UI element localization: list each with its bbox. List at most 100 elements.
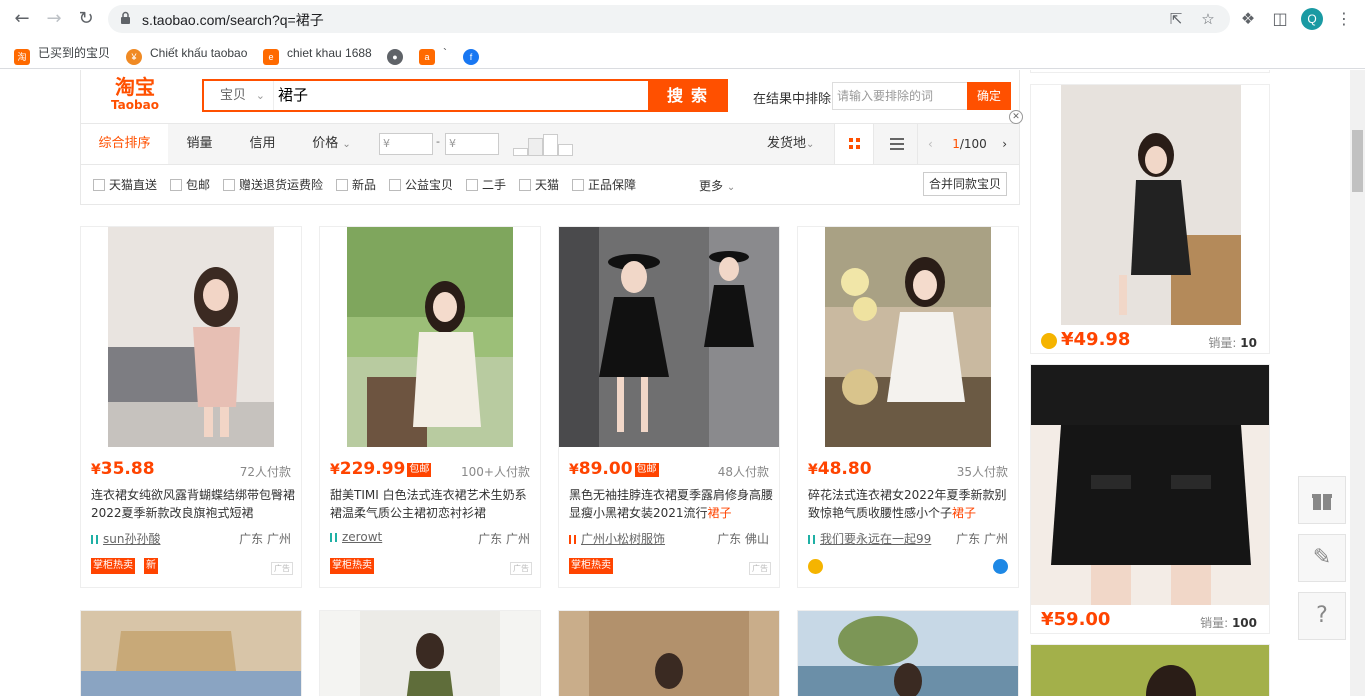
product-image[interactable] bbox=[320, 611, 540, 696]
shop-link[interactable]: zerowt bbox=[330, 530, 382, 544]
search-input[interactable]: 裙子 bbox=[278, 81, 308, 110]
checkbox[interactable] bbox=[93, 179, 105, 191]
product-image[interactable] bbox=[825, 227, 991, 447]
back-icon[interactable]: ← bbox=[12, 9, 32, 29]
exclude-confirm-button[interactable]: 确定 bbox=[967, 82, 1011, 110]
product-title[interactable]: 黑色无袖挂脖连衣裙夏季露肩修身高腰显瘦小黑裙女装2021流行裙子 bbox=[569, 486, 773, 522]
menu-kebab-icon[interactable]: ⋮ bbox=[1334, 9, 1354, 29]
tab-credit[interactable]: 信用 bbox=[231, 124, 294, 164]
shop-link[interactable]: sun孙孙酸 bbox=[91, 530, 160, 547]
checkbox[interactable] bbox=[466, 179, 478, 191]
product-card[interactable]: ¥229.99 包邮 100+人付款 甜美TIMI 白色法式连衣裙艺术生奶系裙温柔… bbox=[319, 226, 541, 588]
filter-checkbox[interactable]: 天猫直送 bbox=[93, 177, 157, 193]
close-icon[interactable]: ✕ bbox=[1009, 110, 1023, 124]
product-image[interactable] bbox=[1061, 85, 1241, 325]
price-max-input[interactable]: ¥ bbox=[445, 133, 499, 155]
category-select[interactable]: 宝贝 ⌄ bbox=[204, 81, 274, 110]
product-image[interactable] bbox=[347, 227, 513, 447]
product-card[interactable]: ¥35.88 72人付款 连衣裙女纯欲风露背蝴蝶结绑带包臀裙2022夏季新款改良… bbox=[80, 226, 302, 588]
product-image[interactable] bbox=[81, 611, 301, 696]
side-panel-icon[interactable]: ◫ bbox=[1270, 9, 1290, 29]
product-title[interactable]: 碎花法式连衣裙女2022年夏季新款别致惊艳气质收腰性感小个子裙子 bbox=[808, 486, 1012, 522]
filter-checkbox[interactable]: 正品保障 bbox=[572, 177, 636, 193]
search-button[interactable]: 搜索 bbox=[648, 79, 728, 112]
ship-from-select[interactable]: 发货地⌄ bbox=[767, 124, 814, 164]
forward-icon[interactable]: → bbox=[44, 9, 64, 29]
side-product-card[interactable] bbox=[1030, 644, 1270, 696]
bookmark-item[interactable]: e chiet khau 1688 bbox=[263, 44, 372, 65]
product-card[interactable] bbox=[797, 610, 1019, 696]
shop-link[interactable]: 我们要永远在一起99 bbox=[808, 530, 931, 547]
grid-view-icon[interactable] bbox=[834, 124, 874, 164]
product-card[interactable] bbox=[319, 610, 541, 696]
scrollbar[interactable] bbox=[1350, 70, 1365, 696]
product-image[interactable] bbox=[1031, 645, 1270, 696]
filter-bar: 天猫直送 包邮 赠送退货运费险 新品 公益宝贝 二手 天猫 正品保障 更多 ⌄ … bbox=[80, 165, 1020, 205]
filter-checkbox[interactable]: 包邮 bbox=[170, 177, 210, 193]
share-icon[interactable]: ⇱ bbox=[1168, 11, 1184, 27]
bookmark-item[interactable]: ¥ Chiết khấu taobao bbox=[126, 44, 247, 65]
merge-same-button[interactable]: 合并同款宝贝 bbox=[923, 172, 1007, 196]
shop-icon bbox=[808, 535, 815, 544]
more-filters-button[interactable]: 更多 ⌄ bbox=[699, 177, 735, 194]
product-card[interactable]: ¥89.00 包邮 48人付款 黑色无袖挂脖连衣裙夏季露肩修身高腰显瘦小黑裙女装2… bbox=[558, 226, 780, 588]
profile-avatar[interactable]: Q bbox=[1301, 8, 1323, 30]
checkbox[interactable] bbox=[519, 179, 531, 191]
address-bar[interactable]: s.taobao.com/search?q=裙子 ⇱ ☆ bbox=[108, 5, 1230, 33]
shop-icon bbox=[91, 535, 98, 544]
price-histogram[interactable] bbox=[513, 134, 575, 156]
product-card[interactable]: ¥48.80 35人付款 碎花法式连衣裙女2022年夏季新款别致惊艳气质收腰性感… bbox=[797, 226, 1019, 588]
browser-toolbar: ← → ↻ s.taobao.com/search?q=裙子 ⇱ ☆ ❖ ◫ Q… bbox=[0, 0, 1365, 38]
scrollbar-thumb[interactable] bbox=[1352, 130, 1363, 192]
side-product-card[interactable]: ¥49.98 销量: 10 bbox=[1030, 84, 1270, 354]
chevron-right-icon[interactable]: › bbox=[1002, 124, 1007, 164]
list-view-icon[interactable] bbox=[878, 124, 918, 164]
bookmark-item[interactable]: 淘已买到的宝贝 bbox=[14, 44, 110, 65]
checkbox[interactable] bbox=[572, 179, 584, 191]
product-image[interactable] bbox=[559, 227, 779, 447]
edit-icon[interactable]: ✎ bbox=[1298, 534, 1346, 582]
reload-icon[interactable]: ↻ bbox=[76, 9, 96, 29]
checkbox[interactable] bbox=[336, 179, 348, 191]
checkbox[interactable] bbox=[170, 179, 182, 191]
location: 广东 广州 bbox=[478, 532, 530, 546]
filter-checkbox[interactable]: 二手 bbox=[466, 177, 506, 193]
tab-sales[interactable]: 销量 bbox=[168, 124, 231, 164]
taobao-logo[interactable]: 淘宝 Taobao bbox=[105, 76, 165, 112]
bookmark-item[interactable]: ● bbox=[387, 44, 411, 65]
bookmark-item[interactable]: a ` bbox=[419, 44, 447, 65]
filter-checkbox[interactable]: 公益宝贝 bbox=[389, 177, 453, 193]
exclude-input[interactable]: 请输入要排除的词 bbox=[832, 82, 967, 110]
product-image[interactable] bbox=[798, 611, 1018, 696]
price-min-input[interactable]: ¥ bbox=[379, 133, 433, 155]
tab-comprehensive[interactable]: 综合排序 bbox=[81, 124, 168, 164]
product-card[interactable] bbox=[80, 610, 302, 696]
filter-checkbox[interactable]: 赠送退货运费险 bbox=[223, 177, 323, 193]
tab-price[interactable]: 价格 ⌄ bbox=[294, 124, 369, 164]
product-image[interactable] bbox=[108, 227, 274, 447]
gift-icon[interactable] bbox=[1298, 476, 1346, 524]
product-image[interactable] bbox=[559, 611, 779, 696]
side-product-card[interactable] bbox=[1030, 70, 1270, 73]
page-content: 淘宝 Taobao 宝贝 ⌄ 裙子 搜索 在结果中排除 请输入要排除的词 确定 ✕… bbox=[0, 70, 1365, 696]
chevron-left-icon[interactable]: ‹ bbox=[928, 124, 933, 164]
product-card[interactable] bbox=[558, 610, 780, 696]
ali-icon: a bbox=[419, 49, 435, 65]
globe-icon: ● bbox=[387, 49, 403, 65]
product-title[interactable]: 连衣裙女纯欲风露背蝴蝶结绑带包臀裙2022夏季新款改良旗袍式短裙 bbox=[91, 486, 295, 522]
chat-icon[interactable] bbox=[993, 559, 1008, 574]
1688-icon: e bbox=[263, 49, 279, 65]
help-icon[interactable]: ? bbox=[1298, 592, 1346, 640]
bookmark-star-icon[interactable]: ☆ bbox=[1200, 11, 1216, 27]
filter-checkbox[interactable]: 天猫 bbox=[519, 177, 559, 193]
filter-checkbox[interactable]: 新品 bbox=[336, 177, 376, 193]
bookmark-item[interactable]: f bbox=[463, 44, 487, 65]
checkbox[interactable] bbox=[223, 179, 235, 191]
hot-sale-tag: 掌柜热卖 bbox=[91, 558, 135, 574]
product-image[interactable] bbox=[1031, 365, 1270, 605]
product-title[interactable]: 甜美TIMI 白色法式连衣裙艺术生奶系裙温柔气质公主裙初恋衬衫裙 bbox=[330, 486, 534, 522]
side-product-card[interactable]: ¥59.00 销量: 100 bbox=[1030, 364, 1270, 634]
extensions-icon[interactable]: ❖ bbox=[1238, 9, 1258, 29]
checkbox[interactable] bbox=[389, 179, 401, 191]
shop-link[interactable]: 广州小松树服饰 bbox=[569, 530, 665, 547]
